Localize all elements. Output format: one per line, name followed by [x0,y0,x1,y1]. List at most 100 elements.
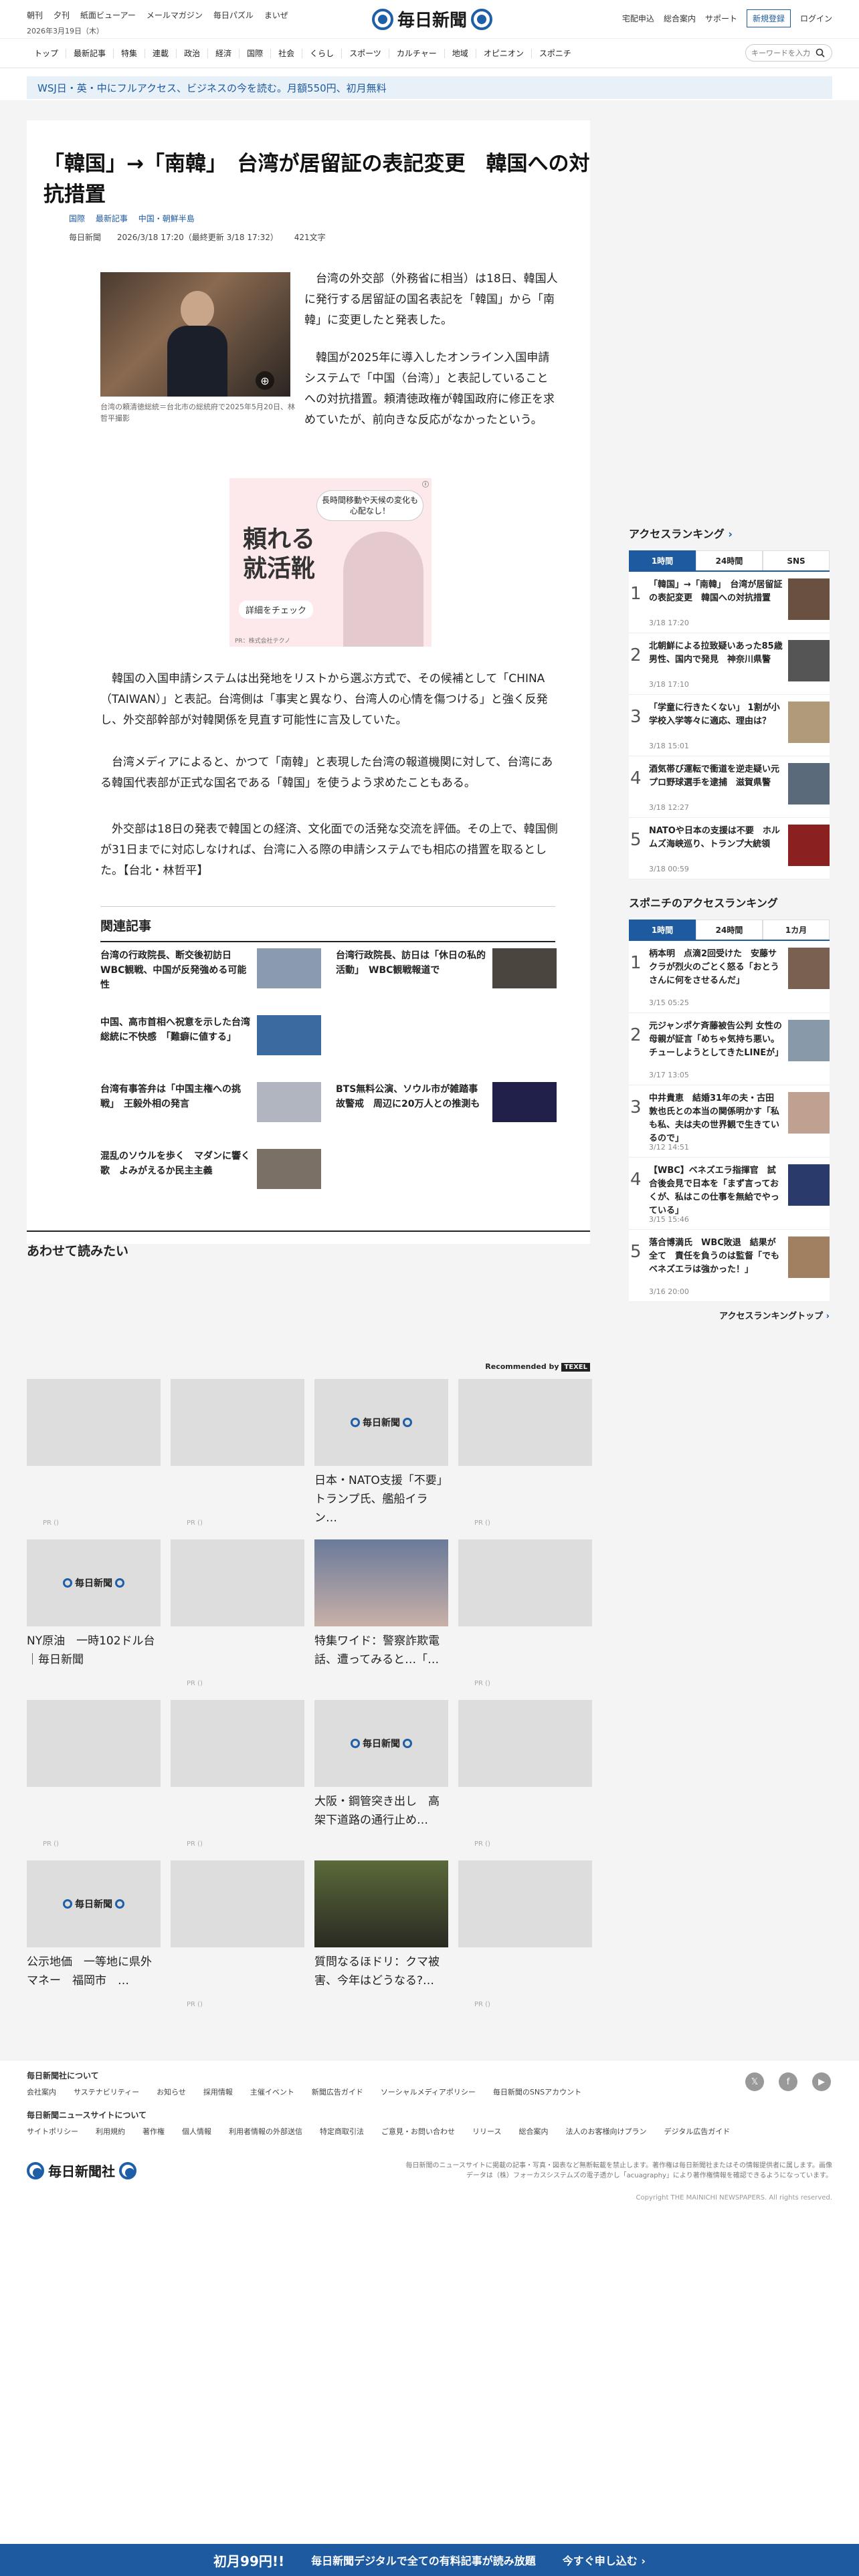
ad-button[interactable]: 詳細をチェック [239,601,314,619]
promo-banner[interactable]: WSJ日・英・中にフルアクセス、ビジネスの今を読む。月額550円、初月無料 [27,76,832,99]
search-icon[interactable] [816,48,825,58]
footer-link[interactable]: サステナビリティー [74,2086,139,2097]
footer-link[interactable]: 利用規約 [96,2126,125,2137]
x-icon[interactable]: 𝕏 [745,2072,764,2091]
footer-link[interactable]: サイトポリシー [27,2126,78,2137]
recommend-card[interactable]: PR () [458,1700,592,1854]
header-link-puzzle[interactable]: 毎日パズル [213,9,254,21]
article-photo[interactable]: ⊕ [100,272,290,397]
footer-link[interactable]: 法人のお客様向けプラン [565,2126,646,2137]
nav-culture[interactable]: カルチャー [389,48,445,58]
footer-link[interactable]: 会社案内 [27,2086,56,2097]
header-link-viewer[interactable]: 紙面ビューアー [80,9,136,21]
related-item[interactable]: 台湾の行政院長、断交後初訪日 WBC観戦、中国が反発強める可能性 [100,948,321,995]
recommend-card[interactable]: PR () [171,1379,304,1533]
ranking-item[interactable]: 5 落合博満氏 WBC敗退 結果が全て 責任を負うのは監督「でもベネズエラは強かっ… [629,1230,830,1302]
recommend-card[interactable]: PR () [458,1539,592,1693]
zoom-icon[interactable]: ⊕ [256,371,274,390]
footer-link[interactable]: 新聞広告ガイド [312,2086,363,2097]
footer-link[interactable]: 採用情報 [203,2086,233,2097]
header-link-mail[interactable]: メールマガジン [147,9,203,21]
header-link-support[interactable]: サポート [705,13,737,24]
login-button[interactable]: ログイン [800,13,832,24]
footer-link[interactable]: ソーシャルメディアポリシー [381,2086,476,2097]
recommend-card[interactable]: PR () [27,1379,161,1533]
recommend-card[interactable]: PR () [171,1860,304,2014]
related-item[interactable]: 台湾有事答弁は「中国主権への挑戦」 王毅外相の発言 [100,1082,321,1129]
footer-link[interactable]: 著作権 [142,2126,165,2137]
tab-1month[interactable]: 1カ月 [763,920,830,940]
site-logo[interactable]: 毎日新聞 [372,7,493,31]
tab-24hour[interactable]: 24時間 [696,920,763,940]
header-link-evening[interactable]: 夕刊 [54,9,70,21]
nav-world[interactable]: 国際 [240,48,272,58]
nav-life[interactable]: くらし [302,48,343,58]
ad-banner[interactable]: 長時間移動や天候の変化も心配なし！ 頼れる就活靴 詳細をチェック PR：株式会社… [229,478,432,647]
recommend-card[interactable]: PR () [458,1379,592,1533]
subscribe-cta-button[interactable]: 今すぐ申し込む › [563,2552,646,2568]
nav-top[interactable]: トップ [27,48,67,58]
related-item[interactable]: 混乱のソウルを歩く マダンに響く歌 よみがえるか民主主義 [100,1149,321,1196]
footer-link[interactable]: お知らせ [157,2086,186,2097]
nav-sports[interactable]: スポーツ [342,48,389,58]
ranking-item[interactable]: 1 「韓国」→「南韓」 台湾が居留証の表記変更 韓国への対抗措置 3/18 17:2… [629,572,830,633]
recommend-card[interactable]: PR () [27,1700,161,1854]
footer-link[interactable]: 毎日新聞のSNSアカウント [493,2086,581,2097]
nav-series[interactable]: 連載 [145,48,177,58]
ranking-item[interactable]: 5 NATOや日本の支援は不要 ホルムズ海峡巡り、トランプ大統領 3/18 00:5… [629,818,830,879]
recommend-card[interactable]: PR () [458,1860,592,2014]
ranking-item[interactable]: 3 「学童に行きたくない」 1割が小学校入学等々に適応、理由は？ 3/18 15:0… [629,695,830,756]
header-link-delivery[interactable]: 宅配申込 [622,13,654,24]
nav-feature[interactable]: 特集 [114,48,146,58]
footer-logo[interactable]: 毎日新聞社 [27,2161,136,2180]
tag-link[interactable]: 国際 [69,214,85,223]
related-item[interactable]: 台湾行政院長、訪日は「休日の私的活動」 WBC観戦報道で [336,948,557,995]
nav-opinion[interactable]: オピニオン [476,48,532,58]
tab-1hour[interactable]: 1時間 [629,550,696,570]
tag-link[interactable]: 最新記事 [96,214,128,223]
footer-link[interactable]: 主催イベント [250,2086,294,2097]
footer-link[interactable]: 利用者情報の外部送信 [229,2126,302,2137]
ranking-item[interactable]: 4 【WBC】ベネズエラ指揮官 試合後会見で日本を「まず言っておくが、私はこの仕事… [629,1158,830,1230]
nav-society[interactable]: 社会 [271,48,303,58]
tab-sns[interactable]: SNS [763,550,830,570]
ranking-top-link[interactable]: アクセスランキングトップ › [629,1309,830,1321]
footer-link[interactable]: 特定商取引法 [320,2126,364,2137]
youtube-icon[interactable]: ▶ [812,2072,831,2091]
nav-economy[interactable]: 経済 [208,48,240,58]
header-link-morning[interactable]: 朝刊 [27,9,43,21]
nav-region[interactable]: 地域 [445,48,476,58]
recommend-card[interactable]: 毎日新聞 NY原油 一時102ドル台｜毎日新聞 [27,1539,161,1693]
header-link-info[interactable]: 総合案内 [664,13,696,24]
ranking-item[interactable]: 3 中井貴恵 結婚31年の夫・古田敦也氏との本当の関係明かす「私も私、夫は夫の世界… [629,1085,830,1158]
footer-link[interactable]: ご意見・お問い合わせ [381,2126,455,2137]
register-button[interactable]: 新規登録 [746,9,791,27]
ad-info-icon[interactable]: i [422,481,429,488]
tab-1hour[interactable]: 1時間 [629,920,696,940]
facebook-icon[interactable]: f [779,2072,797,2091]
header-link-maize[interactable]: まいぜ [264,9,288,21]
recommend-card[interactable]: PR () [171,1700,304,1854]
footer-link[interactable]: 総合案内 [518,2126,548,2137]
nav-politics[interactable]: 政治 [177,48,209,58]
footer-link[interactable]: 個人情報 [182,2126,211,2137]
search-input[interactable] [751,48,816,58]
recommend-card[interactable]: 毎日新聞 日本・NATO支援「不要」トランプ氏、艦船イラン… [314,1379,448,1539]
ranking-item[interactable]: 4 酒気帯び運転で衝道を逆走疑い元プロ野球選手を逮捕 滋賀県警 3/18 12:27 [629,756,830,818]
search-box[interactable] [745,44,832,62]
footer-link[interactable]: デジタル広告ガイド [664,2126,730,2137]
nav-sponichi[interactable]: スポニチ [532,49,579,58]
recommend-card[interactable]: 特集ワイド：警察詐欺電話、遭ってみると…「… [314,1539,448,1693]
related-item[interactable]: 中国、高市首相へ祝意を示した台湾総統に不快感 「難癖に値する」 [100,1015,321,1062]
subscribe-bar[interactable]: 初月99円!! 毎日新聞デジタルで全ての有料記事が読み放題 今すぐ申し込む › [0,2544,859,2576]
recommend-card[interactable]: 毎日新聞 公示地価 一等地に県外マネー 福岡市 … [27,1860,161,2014]
recommend-card[interactable]: PR () [171,1539,304,1693]
recommend-card[interactable]: 毎日新聞 大阪・鋼管突き出し 高架下道路の通行止め… [314,1700,448,1854]
related-item[interactable]: BTS無料公演、ソウル市が雑踏事故警戒 周辺に20万人との推測も [336,1082,557,1129]
nav-latest[interactable]: 最新記事 [66,48,114,58]
ranking-item[interactable]: 2 北朝鮮による拉致疑いあった85歳男性、国内で発見 神奈川県警 3/18 17:1… [629,633,830,695]
tab-24hour[interactable]: 24時間 [696,550,763,570]
ranking-item[interactable]: 2 元ジャンポケ斉藤被告公判 女性の母親が証言「めちゃ気持ち悪い。チューしようとし… [629,1013,830,1085]
ranking-heading[interactable]: アクセスランキング › [629,525,830,546]
tag-link[interactable]: 中国・朝鮮半島 [138,214,195,223]
